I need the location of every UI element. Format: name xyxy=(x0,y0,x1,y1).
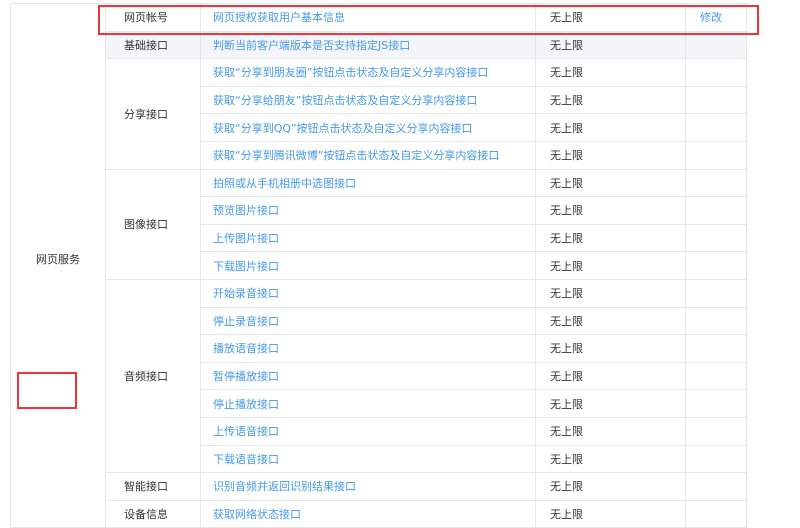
group-cell: 分享接口 xyxy=(105,58,201,170)
group-label: 分享接口 xyxy=(124,107,168,121)
api-cell: 停止录音接口 xyxy=(200,306,536,336)
action-cell xyxy=(685,278,747,308)
api-cell: 暂停播放接口 xyxy=(200,361,536,391)
api-link[interactable]: 播放语音接口 xyxy=(213,342,279,355)
api-link[interactable]: 停止录音接口 xyxy=(213,315,279,328)
limit-cell: 无上限 xyxy=(535,58,686,87)
api-cell: 获取“分享到腾讯微博”按钮点击状态及自定义分享内容接口 xyxy=(200,140,536,170)
api-cell: 开始录音接口 xyxy=(200,278,536,308)
highlight-box-row xyxy=(98,5,759,35)
table-row: 图像接口 拍照或从手机相册中选图接口 无上限 xyxy=(11,168,747,280)
api-link[interactable]: 判断当前客户端版本是否支持指定JS接口 xyxy=(213,39,410,52)
category-cell: 网页服务 xyxy=(10,2,106,528)
group-cell: 设备信息 xyxy=(105,499,201,528)
api-link[interactable]: 获取网络状态接口 xyxy=(213,508,301,521)
highlight-box-category xyxy=(17,372,77,409)
api-cell: 获取“分享给朋友”按钮点击状态及自定义分享内容接口 xyxy=(200,85,536,115)
limit-cell: 无上限 xyxy=(535,168,686,198)
action-cell xyxy=(685,196,747,225)
group-cell: 智能接口 xyxy=(105,472,201,501)
action-cell xyxy=(685,361,747,391)
api-link[interactable]: 识别音频并返回识别结果接口 xyxy=(213,480,356,493)
table-row: 基础接口 判断当前客户端版本是否支持指定JS接口 无上限 xyxy=(11,30,747,60)
api-cell: 识别音频并返回识别结果接口 xyxy=(200,472,536,501)
limit-cell: 无上限 xyxy=(535,444,686,474)
table-row: 智能接口 识别音频并返回识别结果接口 无上限 xyxy=(11,472,747,501)
api-link[interactable]: 暂停播放接口 xyxy=(213,370,279,383)
api-cell: 下载语音接口 xyxy=(200,444,536,474)
api-cell: 获取网络状态接口 xyxy=(200,499,536,528)
limit-cell: 无上限 xyxy=(535,196,686,225)
api-cell: 上传语音接口 xyxy=(200,416,536,446)
permissions-table: 网页服务 网页帐号 网页授权获取用户基本信息 无上限 修改 基础接口 判断当前客户端版本是否… xyxy=(10,2,747,528)
action-cell xyxy=(685,85,747,115)
limit-cell: 无上限 xyxy=(535,85,686,115)
limit-cell: 无上限 xyxy=(535,472,686,501)
action-cell xyxy=(685,472,747,501)
api-link[interactable]: 获取“分享给朋友”按钮点击状态及自定义分享内容接口 xyxy=(213,94,477,107)
table-row: 设备信息 获取网络状态接口 无上限 xyxy=(11,499,747,528)
limit-cell: 无上限 xyxy=(535,416,686,446)
limit-cell: 无上限 xyxy=(535,251,686,280)
api-link[interactable]: 上传语音接口 xyxy=(213,425,279,438)
api-link[interactable]: 下载图片接口 xyxy=(213,260,279,273)
group-cell: 图像接口 xyxy=(105,168,201,280)
category-label: 网页服务 xyxy=(36,252,80,266)
group-cell: 音频接口 xyxy=(105,278,201,474)
limit-cell: 无上限 xyxy=(535,499,686,528)
api-cell: 拍照或从手机相册中选图接口 xyxy=(200,168,536,198)
api-link[interactable]: 下载语音接口 xyxy=(213,453,279,466)
action-cell xyxy=(685,444,747,474)
action-cell xyxy=(685,140,747,170)
action-cell xyxy=(685,416,747,446)
limit-cell: 无上限 xyxy=(535,361,686,391)
limit-cell: 无上限 xyxy=(535,30,686,60)
table-row: 分享接口 获取“分享到朋友圈”按钮点击状态及自定义分享内容接口 无上限 xyxy=(11,58,747,170)
table-row: 音频接口 开始录音接口 无上限 xyxy=(11,278,747,474)
group-cell: 基础接口 xyxy=(105,30,201,60)
action-cell xyxy=(685,223,747,253)
group-label: 基础接口 xyxy=(124,38,168,52)
api-link[interactable]: 上传图片接口 xyxy=(213,232,279,245)
api-link[interactable]: 开始录音接口 xyxy=(213,287,279,300)
api-link[interactable]: 获取“分享到QQ”按钮点击状态及自定义分享内容接口 xyxy=(213,122,473,135)
limit-cell: 无上限 xyxy=(535,140,686,170)
limit-cell: 无上限 xyxy=(535,334,686,363)
limit-cell: 无上限 xyxy=(535,306,686,336)
limit-cell: 无上限 xyxy=(535,389,686,418)
api-link[interactable]: 拍照或从手机相册中选图接口 xyxy=(213,177,356,190)
group-label: 图像接口 xyxy=(124,218,168,232)
limit-cell: 无上限 xyxy=(535,278,686,308)
api-link[interactable]: 获取“分享到腾讯微博”按钮点击状态及自定义分享内容接口 xyxy=(213,149,499,162)
api-cell: 预览图片接口 xyxy=(200,196,536,225)
api-cell: 获取“分享到QQ”按钮点击状态及自定义分享内容接口 xyxy=(200,113,536,142)
group-label: 智能接口 xyxy=(124,480,168,494)
api-cell: 获取“分享到朋友圈”按钮点击状态及自定义分享内容接口 xyxy=(200,58,536,87)
group-label: 音频接口 xyxy=(124,370,168,384)
action-cell xyxy=(685,389,747,418)
action-cell xyxy=(685,168,747,198)
api-cell: 上传图片接口 xyxy=(200,223,536,253)
api-cell: 下载图片接口 xyxy=(200,251,536,280)
action-cell xyxy=(685,306,747,336)
group-label: 设备信息 xyxy=(124,507,168,521)
api-link[interactable]: 预览图片接口 xyxy=(213,204,279,217)
api-cell: 停止播放接口 xyxy=(200,389,536,418)
action-cell xyxy=(685,30,747,60)
action-cell xyxy=(685,113,747,142)
api-link[interactable]: 停止播放接口 xyxy=(213,398,279,411)
action-cell xyxy=(685,58,747,87)
api-cell: 判断当前客户端版本是否支持指定JS接口 xyxy=(200,30,536,60)
api-link[interactable]: 获取“分享到朋友圈”按钮点击状态及自定义分享内容接口 xyxy=(213,66,488,79)
action-cell xyxy=(685,499,747,528)
limit-cell: 无上限 xyxy=(535,223,686,253)
action-cell xyxy=(685,251,747,280)
action-cell xyxy=(685,334,747,363)
limit-cell: 无上限 xyxy=(535,113,686,142)
api-cell: 播放语音接口 xyxy=(200,334,536,363)
